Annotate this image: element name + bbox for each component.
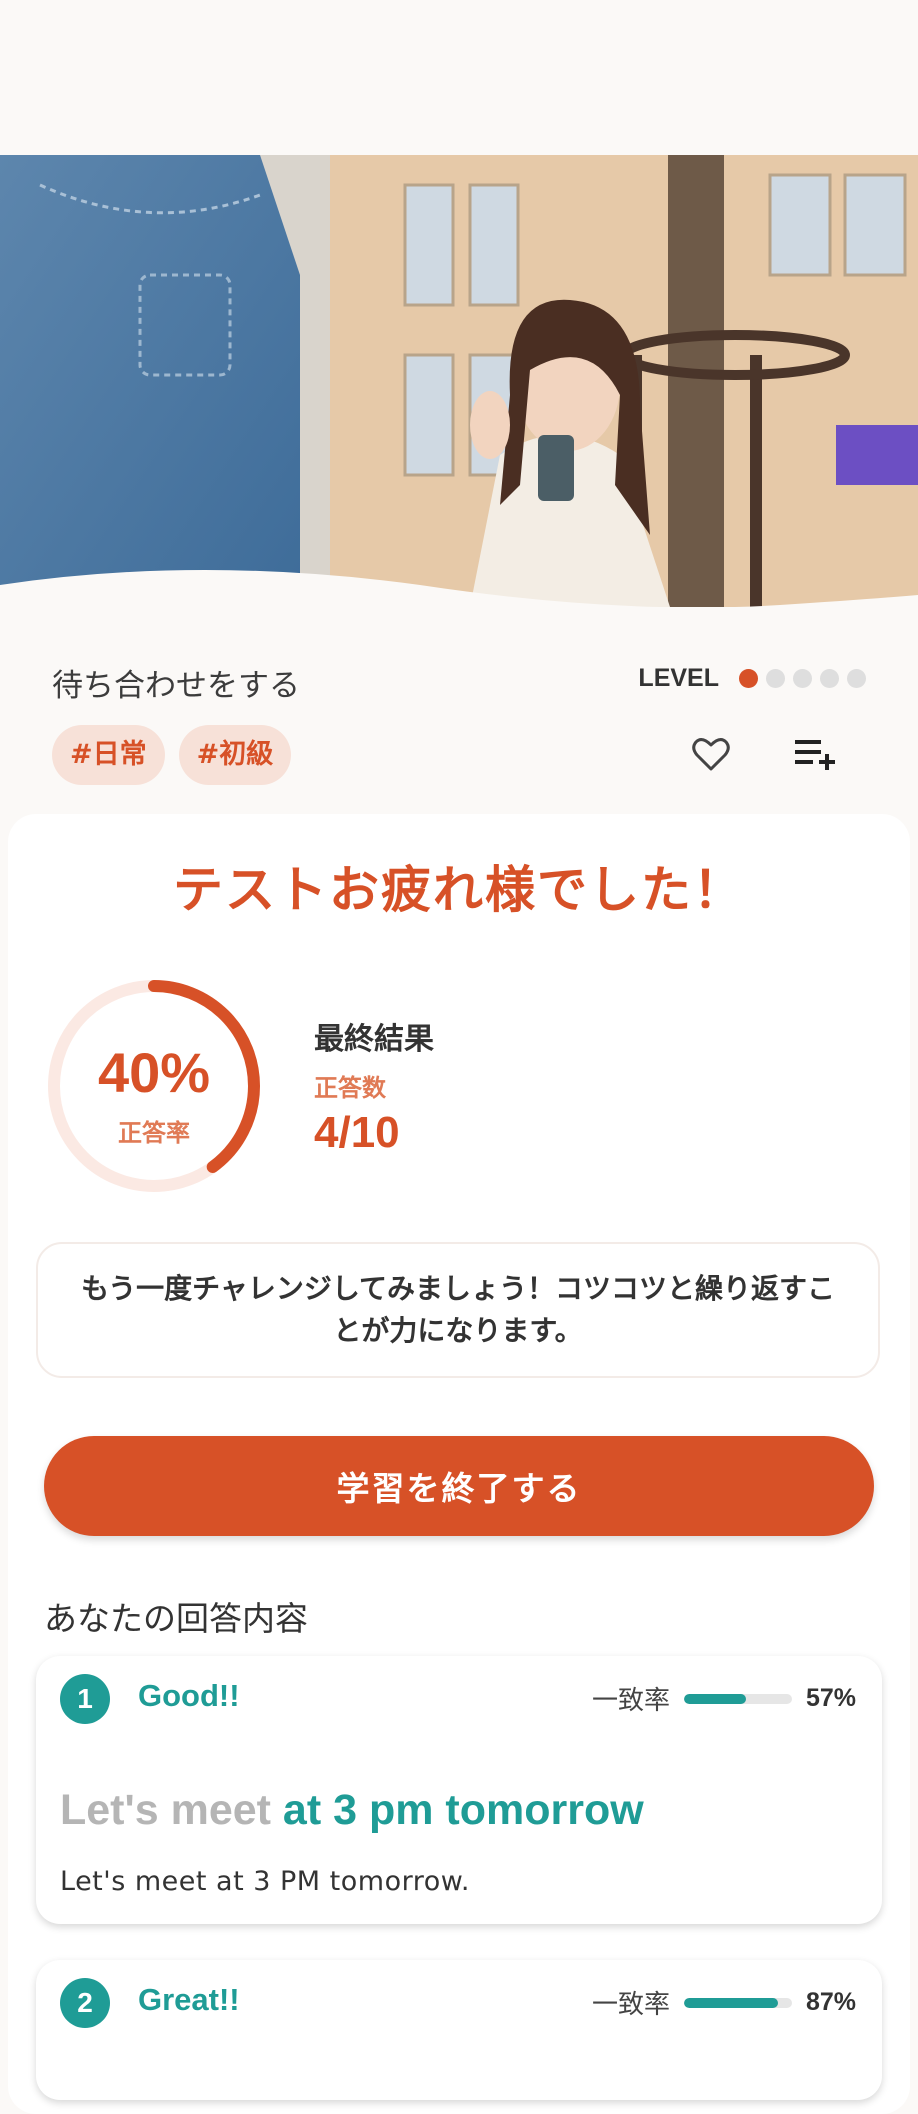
tag-beginner[interactable]: #初級 [178,725,292,785]
playlist-add-icon [795,740,835,770]
answer-card[interactable]: 1 Good!! 一致率 57% Let's meet at 3 pm tomo… [36,1656,882,1924]
level-dot [847,669,866,688]
match-bar [683,1693,792,1704]
finish-learning-button[interactable]: 学習を終了する [44,1436,874,1536]
final-result-title: 最終結果 [314,1022,434,1057]
match-label: 一致率 [591,1686,670,1716]
match-bar-fill [683,1693,746,1704]
encouragement-message: もう一度チャレンジしてみましょう！コツコツと繰り返すことが力になります。 [36,1242,880,1378]
level-dot [793,669,812,688]
favorite-button[interactable] [683,726,739,782]
answer-card[interactable]: 2 Great!! 一致率 87% [36,1960,882,2100]
match-label: 一致率 [591,1990,670,2020]
tag-daily[interactable]: #日常 [52,725,165,785]
user-answer-sentence: Let's meet at 3 pm tomorrow [60,1786,644,1835]
lesson-info: 待ち合わせをする LEVEL [52,660,866,704]
lesson-title: 待ち合わせをする [52,668,300,704]
answer-verdict: Great!! [138,1982,240,2017]
level-label: LEVEL [638,664,719,692]
answer-number: 2 [60,1978,110,2028]
match-bar-fill [683,1997,778,2008]
match-percent: 57% [805,1684,856,1712]
sentence-unmatched: Let's meet [60,1786,283,1834]
hero-image [0,155,918,607]
add-to-list-button[interactable] [787,726,843,782]
level-dot [766,669,785,688]
accuracy-label: 正答率 [118,1119,190,1147]
match-rate: 一致率 87% [592,1984,856,2021]
level-indicator: LEVEL [638,664,866,693]
correct-count: 4/10 [314,1108,400,1157]
answer-number: 1 [60,1674,110,1724]
accuracy-percent: 40% [97,1041,211,1104]
sentence-matched: at 3 pm tomorrow [282,1786,644,1834]
answers-title: あなたの回答内容 [44,1599,308,1638]
correct-sentence: Let's meet at 3 PM tomorrow. [60,1866,470,1897]
correct-count-label: 正答数 [314,1074,386,1102]
tag-list: #日常 #初級 [52,725,292,785]
level-dot [820,669,839,688]
match-bar [683,1997,792,2008]
match-rate: 一致率 57% [592,1680,856,1717]
match-percent: 87% [805,1988,856,2016]
heart-outline-icon [692,738,730,771]
level-dots [731,669,866,688]
result-title: テストお疲れ様でした！ [173,861,745,919]
answer-verdict: Good!! [138,1678,240,1713]
level-dot [739,669,758,688]
